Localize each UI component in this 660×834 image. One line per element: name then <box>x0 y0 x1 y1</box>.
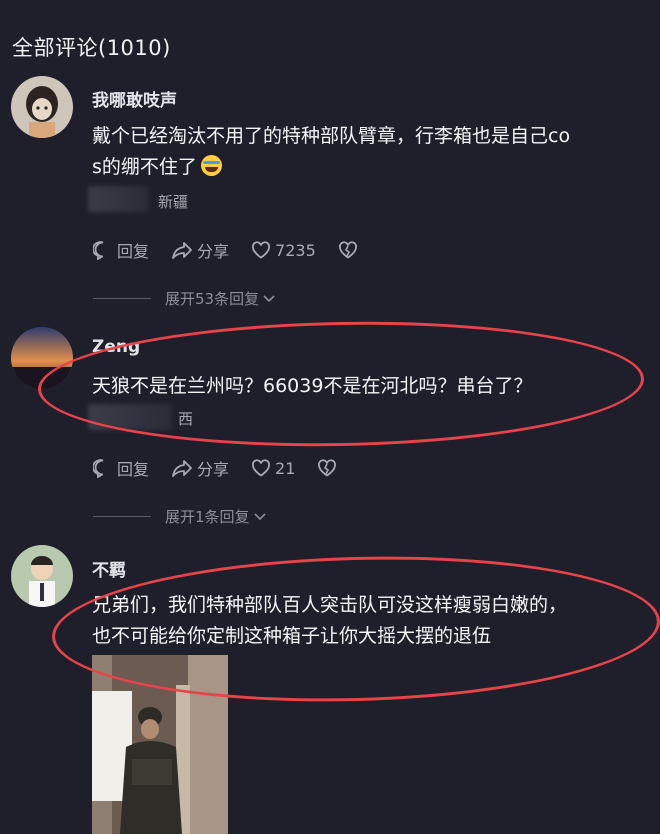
comment-actions: 回复 分享 21 <box>93 456 363 480</box>
comment-text-tail: s的绷不住了 <box>92 156 197 178</box>
avatar[interactable] <box>11 327 73 389</box>
speech-bubble-icon <box>93 459 104 478</box>
comment-text: 戴个已经淘汰不用了的特种部队臂章，行李箱也是自己co s的绷不住了 <box>92 121 652 183</box>
divider <box>93 298 151 299</box>
like-button[interactable]: 21 <box>251 459 295 478</box>
share-icon <box>172 460 192 477</box>
expand-replies-button[interactable]: 展开53条回复 <box>93 288 276 309</box>
expand-replies-label: 展开1条回复 <box>165 508 250 526</box>
avatar[interactable] <box>11 76 73 138</box>
like-count: 7235 <box>275 240 316 260</box>
username[interactable]: Zeng <box>92 337 140 357</box>
comment-text-line: 也不可能给你定制这种箱子让你大摇大摆的退伍 <box>92 625 492 647</box>
chevron-down-icon <box>253 512 266 520</box>
dislike-button[interactable] <box>317 459 341 477</box>
avatar[interactable] <box>11 545 73 607</box>
reply-label: 回复 <box>117 460 150 479</box>
blurred-timestamp <box>88 404 172 430</box>
comment-text-line: 兄弟们，我们特种部队百人突击队可没这样瘦弱白嫩的， <box>92 594 568 616</box>
reply-button[interactable]: 回复 <box>93 238 149 262</box>
expand-replies-label: 展开53条回复 <box>165 290 260 308</box>
comment-text-line: 戴个已经淘汰不用了的特种部队臂章，行李箱也是自己co <box>92 125 571 147</box>
comment-actions: 回复 分享 7235 <box>93 238 384 262</box>
comment-text: 天狼不是在兰州吗？66039不是在河北吗？串台了？ <box>92 371 652 402</box>
crying-laughing-emoji-icon <box>200 155 222 176</box>
share-button[interactable]: 分享 <box>171 238 229 262</box>
reply-button[interactable]: 回复 <box>93 456 149 480</box>
dislike-button[interactable] <box>338 241 362 259</box>
location-label: 西 <box>178 410 194 428</box>
comment-photo[interactable] <box>92 655 228 834</box>
location-label: 新疆 <box>158 193 189 211</box>
broken-heart-icon <box>338 241 357 259</box>
heart-icon <box>252 241 270 259</box>
username[interactable]: 我哪敢吱声 <box>92 86 177 111</box>
share-icon <box>172 242 192 259</box>
comment-text: 兄弟们，我们特种部队百人突击队可没这样瘦弱白嫩的， 也不可能给你定制这种箱子让你… <box>92 590 652 652</box>
broken-heart-icon <box>318 459 337 477</box>
like-count: 21 <box>275 458 296 478</box>
comment-text-line: s的绷不住了 <box>92 152 652 183</box>
heart-icon <box>252 459 270 477</box>
reply-label: 回复 <box>117 242 150 261</box>
chevron-down-icon <box>263 294 275 302</box>
speech-bubble-icon <box>93 241 104 260</box>
blurred-timestamp <box>88 186 148 212</box>
comment-text-line: 天狼不是在兰州吗？66039不是在河北吗？串台了？ <box>92 375 533 397</box>
like-button[interactable]: 7235 <box>251 241 316 260</box>
share-label: 分享 <box>197 460 230 479</box>
divider <box>93 516 151 517</box>
share-label: 分享 <box>197 242 230 261</box>
username[interactable]: 不羁 <box>92 556 126 581</box>
comments-header: 全部评论(1010) <box>12 36 171 60</box>
share-button[interactable]: 分享 <box>171 456 229 480</box>
expand-replies-button[interactable]: 展开1条回复 <box>93 506 267 527</box>
